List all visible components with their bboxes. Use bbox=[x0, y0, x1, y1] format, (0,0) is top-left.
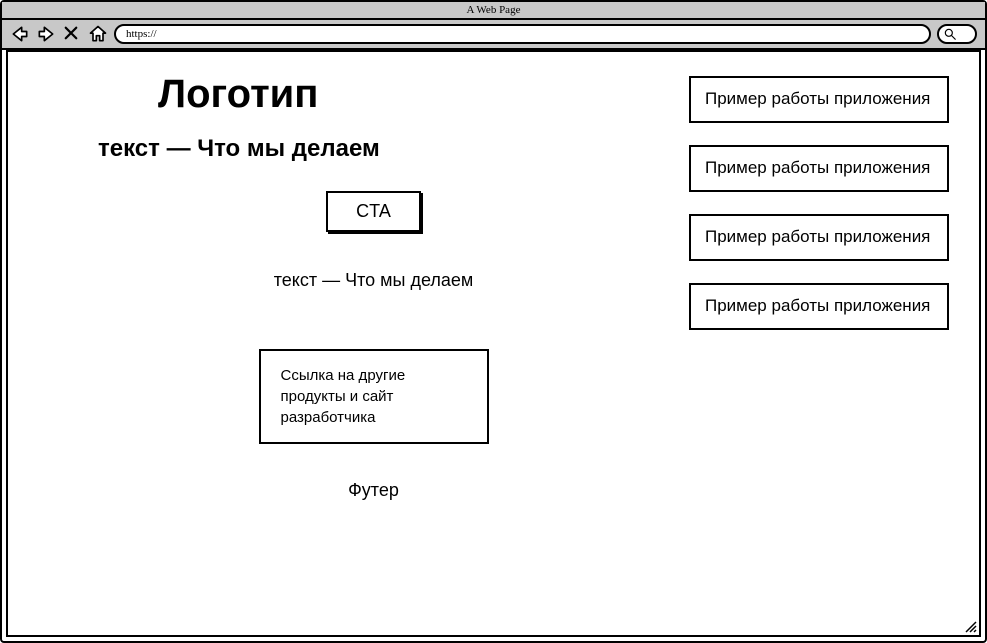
url-text: https:// bbox=[126, 28, 157, 40]
browser-toolbar: https:// bbox=[2, 20, 985, 50]
footer: Футер bbox=[348, 480, 399, 501]
example-card[interactable]: Пример работы приложения bbox=[689, 214, 949, 261]
main-column: Логотип текст — Что мы делаем CTA текст … bbox=[38, 72, 689, 625]
url-input[interactable]: https:// bbox=[114, 24, 931, 44]
example-card[interactable]: Пример работы приложения bbox=[689, 283, 949, 330]
cta-button[interactable]: CTA bbox=[326, 191, 421, 232]
back-icon[interactable] bbox=[10, 24, 30, 44]
example-card[interactable]: Пример работы приложения bbox=[689, 76, 949, 123]
examples-column: Пример работы приложения Пример работы п… bbox=[689, 72, 949, 625]
home-icon[interactable] bbox=[88, 24, 108, 44]
page-content: Логотип текст — Что мы делаем CTA текст … bbox=[6, 50, 981, 637]
other-products-link[interactable]: Ссылка на другие продукты и сайт разрабо… bbox=[259, 349, 489, 444]
window-title: A Web Page bbox=[2, 2, 985, 20]
close-icon[interactable] bbox=[62, 24, 82, 44]
headline: текст — Что мы делаем bbox=[98, 135, 380, 163]
browser-window: A Web Page https:// Логотип текст — Что … bbox=[0, 0, 987, 643]
resize-grip-icon bbox=[963, 619, 977, 633]
sub-headline: текст — Что мы делаем bbox=[274, 270, 474, 291]
example-card[interactable]: Пример работы приложения bbox=[689, 145, 949, 192]
search-button[interactable] bbox=[937, 24, 977, 44]
logo: Логотип bbox=[158, 72, 318, 117]
forward-icon[interactable] bbox=[36, 24, 56, 44]
